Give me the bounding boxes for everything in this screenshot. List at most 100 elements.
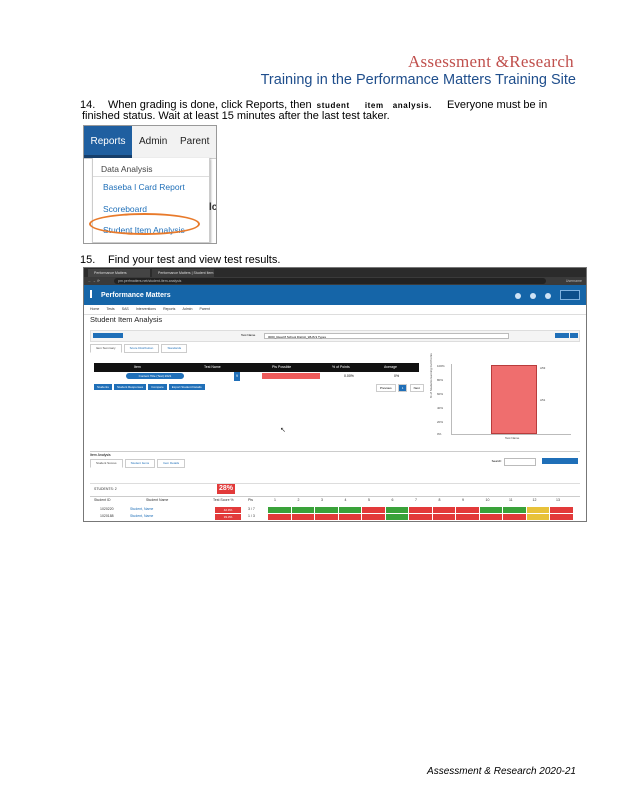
item-result-cell[interactable]: [291, 507, 314, 513]
col-test-score[interactable]: Test Score %: [213, 498, 234, 502]
tab-admin[interactable]: Admin: [139, 126, 167, 158]
item-column-header[interactable]: 9: [462, 498, 464, 502]
item-result-cell[interactable]: [409, 507, 432, 513]
tab-item-details[interactable]: Item Details: [157, 459, 186, 468]
step-15: 15. Find your test and view test results.: [80, 254, 280, 267]
menu-admin[interactable]: Admin: [182, 305, 192, 314]
student-id: 1020220: [100, 507, 114, 511]
col-pts[interactable]: Pts: [248, 498, 253, 502]
item-result-cell[interactable]: [315, 507, 338, 513]
item-column-header[interactable]: 12: [533, 498, 537, 502]
student-responses-button[interactable]: Student Responses: [113, 384, 147, 390]
help-icon[interactable]: [514, 293, 521, 299]
col-item[interactable]: Item: [134, 363, 141, 372]
export-button[interactable]: [542, 458, 578, 464]
item-result-cell[interactable]: [550, 514, 573, 520]
tab-score-distribution[interactable]: Score Distribution: [123, 344, 160, 353]
item-column-header[interactable]: 5: [368, 498, 370, 502]
url-input[interactable]: pm.perfmatters.net/student-item-analysis: [114, 278, 546, 284]
item-column-header[interactable]: 2: [298, 498, 300, 502]
step-14-text-b: Everyone must be in: [447, 99, 548, 111]
item-result-cell[interactable]: [503, 507, 526, 513]
item-result-cell[interactable]: [526, 507, 549, 513]
item-result-cell[interactable]: [385, 514, 408, 520]
col-pts-possible[interactable]: Pts Possible: [272, 363, 291, 372]
item-column-header[interactable]: 3: [321, 498, 323, 502]
pager-page-1[interactable]: 1: [397, 384, 408, 392]
col-average[interactable]: Average: [384, 363, 397, 372]
menu-item-baseball-card-report[interactable]: Baseba l Card Report: [103, 182, 185, 192]
test-select[interactable]: 0000_Read 8 School District_WHS 9 Types: [264, 333, 509, 339]
col-pct-points[interactable]: % of Points: [332, 363, 350, 372]
summary-table: Item Test Name Pts Possible % of Points …: [94, 363, 419, 381]
item-result-cell[interactable]: [550, 507, 573, 513]
chart-bar[interactable]: [491, 365, 537, 434]
tab-item-summary[interactable]: Item Summary: [90, 344, 122, 353]
student-pts: 3 / 7: [248, 507, 255, 511]
item-result-cell[interactable]: [432, 507, 455, 513]
item-result-cell[interactable]: [409, 514, 432, 520]
col-student-id[interactable]: Student ID: [94, 498, 111, 502]
pager-previous[interactable]: Previous: [376, 384, 396, 392]
nav-arrows-icon[interactable]: ← → ⟳: [88, 277, 100, 285]
item-result-cell[interactable]: [315, 514, 338, 520]
tab-student-items[interactable]: Student Items: [124, 459, 156, 468]
item-result-cell[interactable]: [268, 507, 291, 513]
tab-standards[interactable]: Standards: [161, 344, 188, 353]
menu-reports[interactable]: Reports: [163, 305, 175, 314]
item-result-cell[interactable]: [479, 514, 502, 520]
search-input[interactable]: [504, 458, 536, 466]
item-result-cell[interactable]: [291, 514, 314, 520]
browser-tab-1[interactable]: Performance Matters: [88, 269, 150, 277]
test-badge[interactable]: Content Title (Test) 2021: [126, 373, 184, 379]
menu-parent[interactable]: Parent: [200, 305, 210, 314]
menu-heading-data-analysis: Data Analysis: [101, 164, 153, 174]
students-button[interactable]: Students: [94, 384, 112, 390]
item-column-header[interactable]: 7: [415, 498, 417, 502]
item-result-cell[interactable]: [362, 514, 385, 520]
step-15-text: Find your test and view test results.: [108, 254, 281, 266]
item-column-header[interactable]: 4: [345, 498, 347, 502]
search-icon[interactable]: [529, 293, 536, 299]
item-column-header[interactable]: 13: [556, 498, 560, 502]
tab-parent[interactable]: Parent: [180, 126, 209, 158]
user-menu-button[interactable]: [560, 290, 580, 300]
student-name[interactable]: Student, Name: [130, 507, 153, 511]
menu-sas[interactable]: SAS: [122, 305, 129, 314]
item-result-cell[interactable]: [479, 507, 502, 513]
export-details-button[interactable]: Export Student Details: [168, 384, 205, 390]
student-name[interactable]: Student, Name: [130, 514, 153, 518]
col-student-name[interactable]: Student Name: [146, 498, 168, 502]
item-result-cell[interactable]: [432, 514, 455, 520]
user-label[interactable]: Username: [566, 277, 582, 285]
tab-student-scores[interactable]: Student Scores: [90, 459, 123, 468]
pager-next[interactable]: Next: [409, 384, 424, 392]
col-test-name[interactable]: Test Name: [204, 363, 221, 372]
menu-interventions[interactable]: Interventions: [136, 305, 156, 314]
select-test-button[interactable]: [93, 333, 123, 338]
save-button[interactable]: [570, 333, 578, 338]
item-column-header[interactable]: 6: [392, 498, 394, 502]
item-result-cell[interactable]: [526, 514, 549, 520]
item-result-cell[interactable]: [268, 514, 291, 520]
item-result-cell[interactable]: [362, 507, 385, 513]
item-column-header[interactable]: 1: [274, 498, 276, 502]
menu-tests[interactable]: Tests: [106, 305, 114, 314]
item-analysis-heading: Item Analysis: [90, 453, 111, 457]
item-result-cell[interactable]: [456, 514, 479, 520]
browser-tab-2[interactable]: Performance Matters | Student Item: [152, 269, 214, 277]
menu-home[interactable]: Home: [90, 305, 99, 314]
share-button[interactable]: [555, 333, 569, 338]
compare-button[interactable]: Compare: [148, 384, 167, 390]
item-column-header[interactable]: 10: [486, 498, 490, 502]
item-result-cell[interactable]: [456, 507, 479, 513]
item-result-cell[interactable]: [338, 507, 361, 513]
item-column-header[interactable]: 11: [509, 498, 513, 502]
notifications-icon[interactable]: [544, 293, 551, 299]
item-column-header[interactable]: 8: [439, 498, 441, 502]
tab-reports[interactable]: Reports: [84, 126, 132, 158]
brand-logo[interactable]: Performance Matters: [90, 290, 171, 299]
item-result-cell[interactable]: [385, 507, 408, 513]
item-result-cell[interactable]: [338, 514, 361, 520]
item-result-cell[interactable]: [503, 514, 526, 520]
